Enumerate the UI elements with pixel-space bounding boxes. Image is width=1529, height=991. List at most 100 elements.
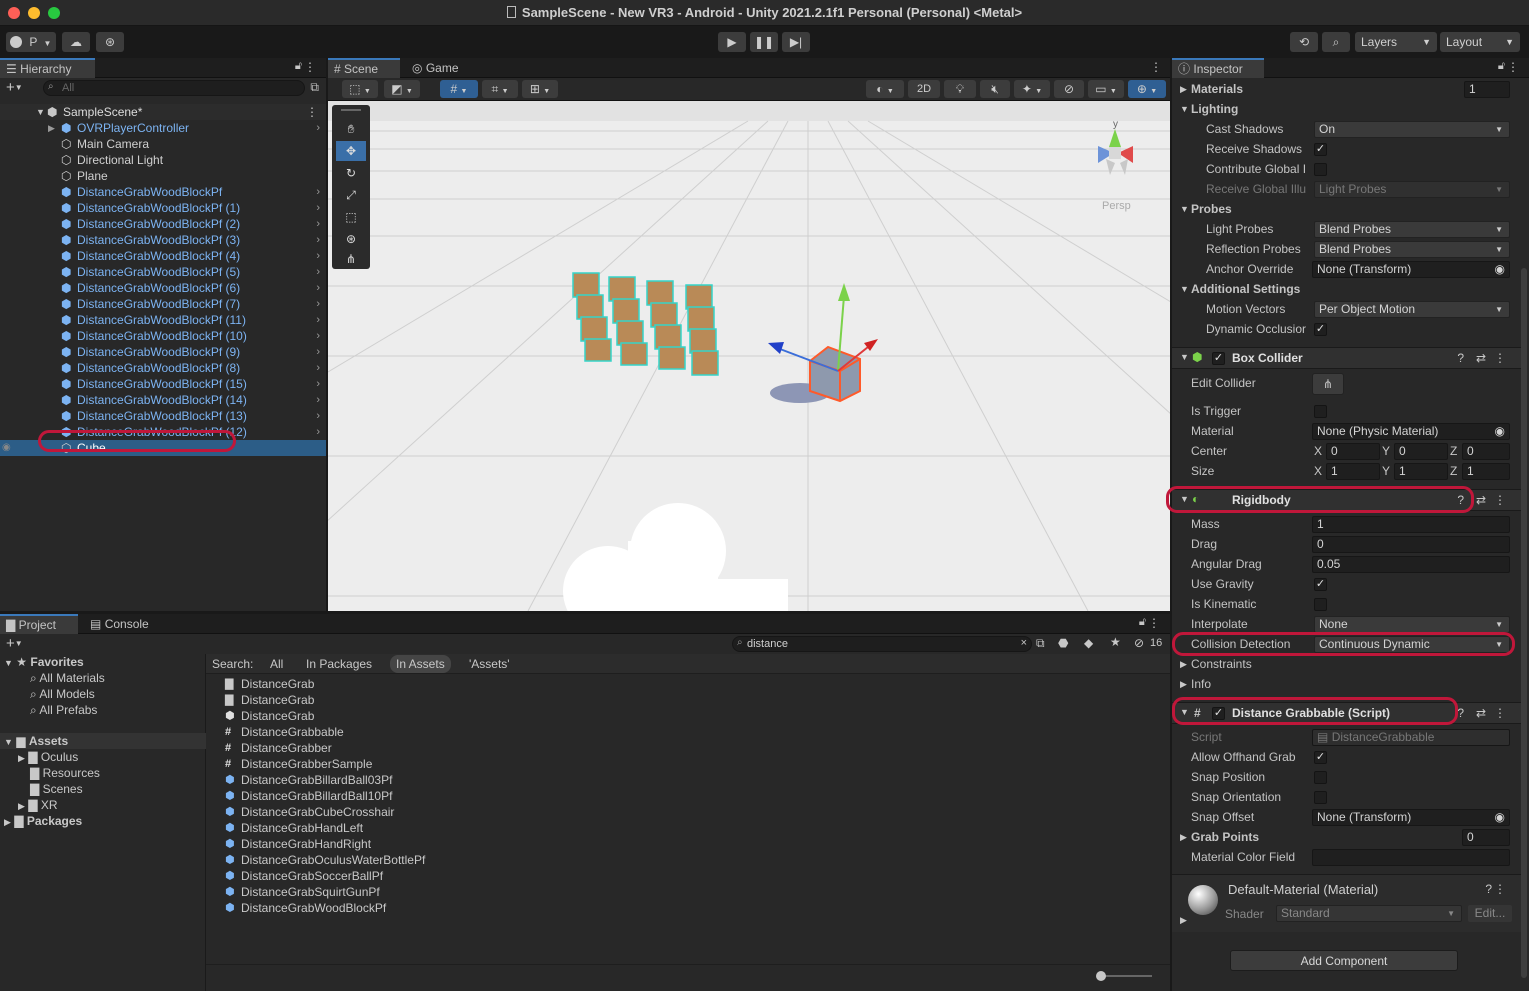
shader-edit-button[interactable]: Edit... <box>1468 905 1512 922</box>
edit-collider-button[interactable]: ⋔ <box>1312 373 1344 395</box>
box-collider-header[interactable]: ▼ ⬢ ✓ Box Collider ? ⇄ ⋮ <box>1172 347 1522 369</box>
open-prefab-icon[interactable]: › <box>316 328 320 344</box>
scope-in-assets[interactable]: In Assets <box>390 655 451 673</box>
motion-vectors-dropdown[interactable]: Per Object Motion ▼ <box>1314 301 1510 318</box>
material-color-field-input[interactable] <box>1312 849 1510 866</box>
open-prefab-icon[interactable]: › <box>316 120 320 136</box>
collab-button[interactable]: ⊛ <box>96 32 124 52</box>
size-x-field[interactable]: 1 <box>1326 463 1380 480</box>
receive-shadows-checkbox[interactable]: ✓ <box>1314 143 1327 156</box>
slider-handle[interactable] <box>1096 971 1106 981</box>
expand-arrow-icon[interactable]: ▶ <box>48 120 55 136</box>
tab-scene[interactable]: # Scene <box>328 58 400 78</box>
center-x-field[interactable]: 0 <box>1326 443 1380 460</box>
object-picker-icon[interactable]: ◉ <box>1495 424 1505 439</box>
physic-material-field[interactable]: None (Physic Material) ◉ <box>1312 423 1510 440</box>
tab-project[interactable]: ▇ Project <box>0 614 78 634</box>
folder-oculus[interactable]: ▶ ▇ Oculus <box>18 749 78 765</box>
cast-shadows-dropdown[interactable]: On ▼ <box>1314 121 1510 138</box>
snap-offset-field[interactable]: None (Transform) ◉ <box>1312 809 1510 826</box>
box-collider-enabled-checkbox[interactable]: ✓ <box>1212 352 1225 365</box>
camera-dropdown[interactable]: ▭ ▼ <box>1088 80 1124 98</box>
more-menu-icon[interactable]: ⋮ <box>1150 60 1162 74</box>
contribute-gi-checkbox[interactable] <box>1314 163 1327 176</box>
folder-resources[interactable]: ▇ Resources <box>30 765 100 781</box>
open-prefab-icon[interactable]: › <box>316 360 320 376</box>
lighting-section[interactable]: ▼ Lighting <box>1172 99 1517 119</box>
shader-dropdown[interactable]: Standard ▼ <box>1276 905 1462 922</box>
add-asset-button[interactable]: +▼ <box>6 635 23 652</box>
scene-row[interactable]: ▼ ⬢ SampleScene* ⋮ <box>0 104 326 120</box>
grab-points-count-field[interactable]: 0 <box>1462 829 1510 846</box>
filter-by-type-icon[interactable]: ⬣ <box>1058 636 1068 650</box>
interpolate-dropdown[interactable]: None ▼ <box>1314 616 1510 633</box>
open-prefab-icon[interactable]: › <box>316 392 320 408</box>
object-picker-icon[interactable]: ◉ <box>1495 810 1505 825</box>
materials-row[interactable]: ▶ Materials 1 <box>1172 79 1517 99</box>
open-prefab-icon[interactable]: › <box>316 216 320 232</box>
folder-scenes[interactable]: ▇ Scenes <box>30 781 83 797</box>
tab-inspector[interactable]: ⓘ Inspector <box>1172 58 1264 78</box>
more-menu-icon[interactable]: ⋮ <box>1494 493 1506 507</box>
use-gravity-checkbox[interactable]: ✓ <box>1314 578 1327 591</box>
cloud-button[interactable]: ☁ <box>62 32 90 52</box>
info-row[interactable]: ▶ Info <box>1172 674 1517 694</box>
scene-visibility-toggle[interactable]: ⊘ <box>1054 80 1084 98</box>
help-icon[interactable]: ? <box>1457 706 1464 720</box>
grid-snap-toggle[interactable]: # ▼ <box>440 80 478 98</box>
hierarchy-item[interactable]: ⬢ DistanceGrabWoodBlockPf (9) › <box>0 344 326 360</box>
favorite-star-icon[interactable]: ★ <box>1110 635 1121 649</box>
play-button[interactable]: ▶ <box>718 32 746 52</box>
lock-icon[interactable]: 🔓︎ <box>1139 616 1146 629</box>
hidden-packages-icon[interactable]: ⊘ <box>1134 636 1144 650</box>
persp-label[interactable]: Persp <box>1102 200 1131 212</box>
tab-hierarchy[interactable]: ☰ Hierarchy <box>0 58 95 78</box>
help-icon[interactable]: ? <box>1457 351 1464 365</box>
reflection-probes-dropdown[interactable]: Blend Probes ▼ <box>1314 241 1510 258</box>
allow-offhand-checkbox[interactable]: ✓ <box>1314 751 1327 764</box>
grab-points-row[interactable]: ▶ Grab Points 0 <box>1172 827 1517 847</box>
hierarchy-item[interactable]: ⬢ DistanceGrabWoodBlockPf (10) › <box>0 328 326 344</box>
filter-by-label-icon[interactable]: ◆ <box>1084 636 1093 650</box>
open-prefab-icon[interactable]: › <box>316 424 320 440</box>
lock-icon[interactable]: 🔓︎ <box>1498 60 1505 73</box>
hierarchy-item[interactable]: ⬢ DistanceGrabWoodBlockPf (15) › <box>0 376 326 392</box>
open-prefab-icon[interactable]: › <box>316 408 320 424</box>
scope-all[interactable]: All <box>270 657 283 671</box>
lock-icon[interactable]: 🔓︎ <box>295 60 302 73</box>
open-prefab-icon[interactable]: › <box>316 232 320 248</box>
hierarchy-item[interactable]: ⬢ DistanceGrabWoodBlockPf › <box>0 184 326 200</box>
favorite-all-models[interactable]: ⌕ All Models <box>30 686 95 702</box>
rect-tool-button[interactable]: ⬚ <box>336 207 366 227</box>
rotate-tool-button[interactable]: ↻ <box>336 163 366 183</box>
shading-dropdown[interactable]: ◐ ▼ <box>866 80 904 98</box>
hierarchy-item[interactable]: ▶ ⬢ OVRPlayerController › <box>0 120 326 136</box>
size-y-field[interactable]: 1 <box>1394 463 1448 480</box>
presets-icon[interactable]: ⇄ <box>1476 351 1486 365</box>
presets-icon[interactable]: ⇄ <box>1476 706 1486 720</box>
search-by-type-icon[interactable]: ⧉ <box>1036 636 1045 651</box>
presets-icon[interactable]: ⇄ <box>1476 493 1486 507</box>
history-button[interactable]: ⟲ <box>1290 32 1318 52</box>
hierarchy-item[interactable]: ⬢ DistanceGrabWoodBlockPf (11) › <box>0 312 326 328</box>
constraints-row[interactable]: ▶ Constraints <box>1172 654 1517 674</box>
more-menu-icon[interactable]: ⋮ <box>1494 882 1506 896</box>
render-mode-dropdown[interactable]: ◩ ▼ <box>384 80 420 98</box>
tab-game[interactable]: ◎ Game <box>406 58 476 78</box>
center-y-field[interactable]: 0 <box>1394 443 1448 460</box>
scope-folder[interactable]: 'Assets' <box>469 657 510 671</box>
favorite-all-prefabs[interactable]: ⌕ All Prefabs <box>30 702 97 718</box>
drag-field[interactable]: 0 <box>1312 536 1510 553</box>
hierarchy-item[interactable]: ⬡ Main Camera <box>0 136 326 152</box>
hand-tool-button[interactable]: ✋︎ <box>336 119 366 139</box>
more-menu-icon[interactable]: ⋮ <box>1507 60 1519 74</box>
snap-orientation-checkbox[interactable] <box>1314 791 1327 804</box>
is-kinematic-checkbox[interactable] <box>1314 598 1327 611</box>
anchor-override-field[interactable]: None (Transform) ◉ <box>1312 261 1510 278</box>
open-prefab-icon[interactable]: › <box>316 184 320 200</box>
favorite-all-materials[interactable]: ⌕ All Materials <box>30 670 105 686</box>
assets-folder-row[interactable]: ▼ ▆ Assets <box>0 733 206 749</box>
hierarchy-item[interactable]: ⬢ DistanceGrabWoodBlockPf (4) › <box>0 248 326 264</box>
open-prefab-icon[interactable]: › <box>316 200 320 216</box>
open-prefab-icon[interactable]: › <box>316 296 320 312</box>
